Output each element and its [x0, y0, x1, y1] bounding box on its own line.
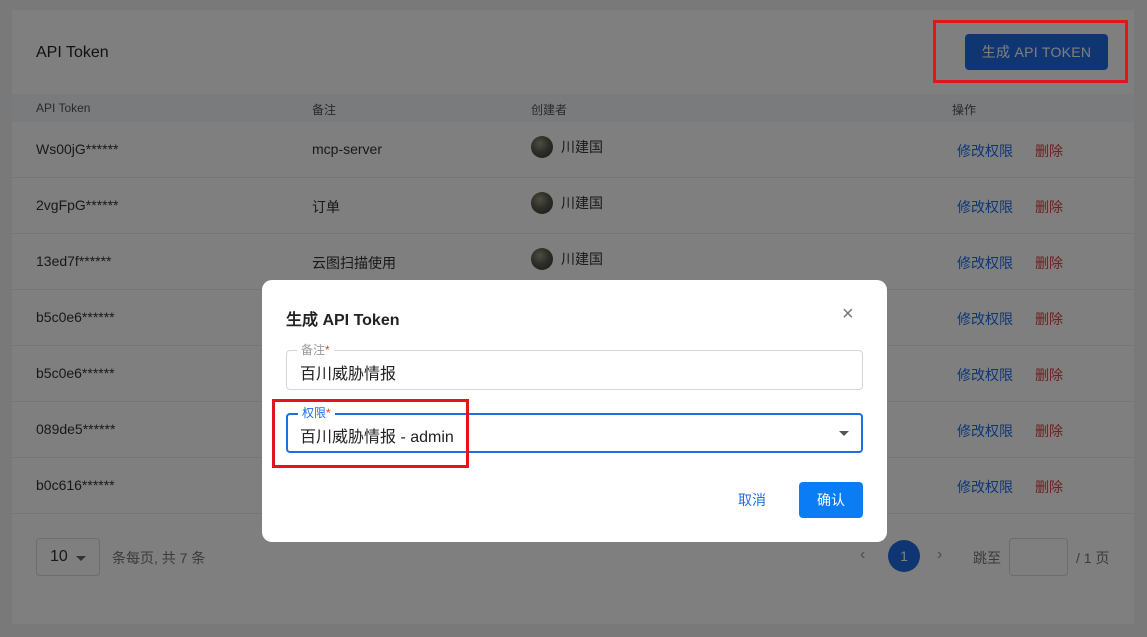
required-mark: *: [325, 343, 330, 357]
note-label: 备注: [301, 343, 326, 357]
note-value: 百川威胁情报: [300, 366, 397, 383]
caret-down-icon[interactable]: [839, 431, 849, 436]
highlight-box-permission-field: [272, 399, 469, 468]
cancel-button[interactable]: 取消: [738, 490, 766, 510]
note-field[interactable]: 备注* 百川威胁情报: [286, 342, 863, 390]
highlight-box-generate-button: [933, 20, 1128, 83]
close-icon[interactable]: ×: [842, 304, 854, 324]
confirm-button[interactable]: 确认: [799, 482, 863, 518]
dialog-title: 生成 API Token: [286, 312, 400, 329]
